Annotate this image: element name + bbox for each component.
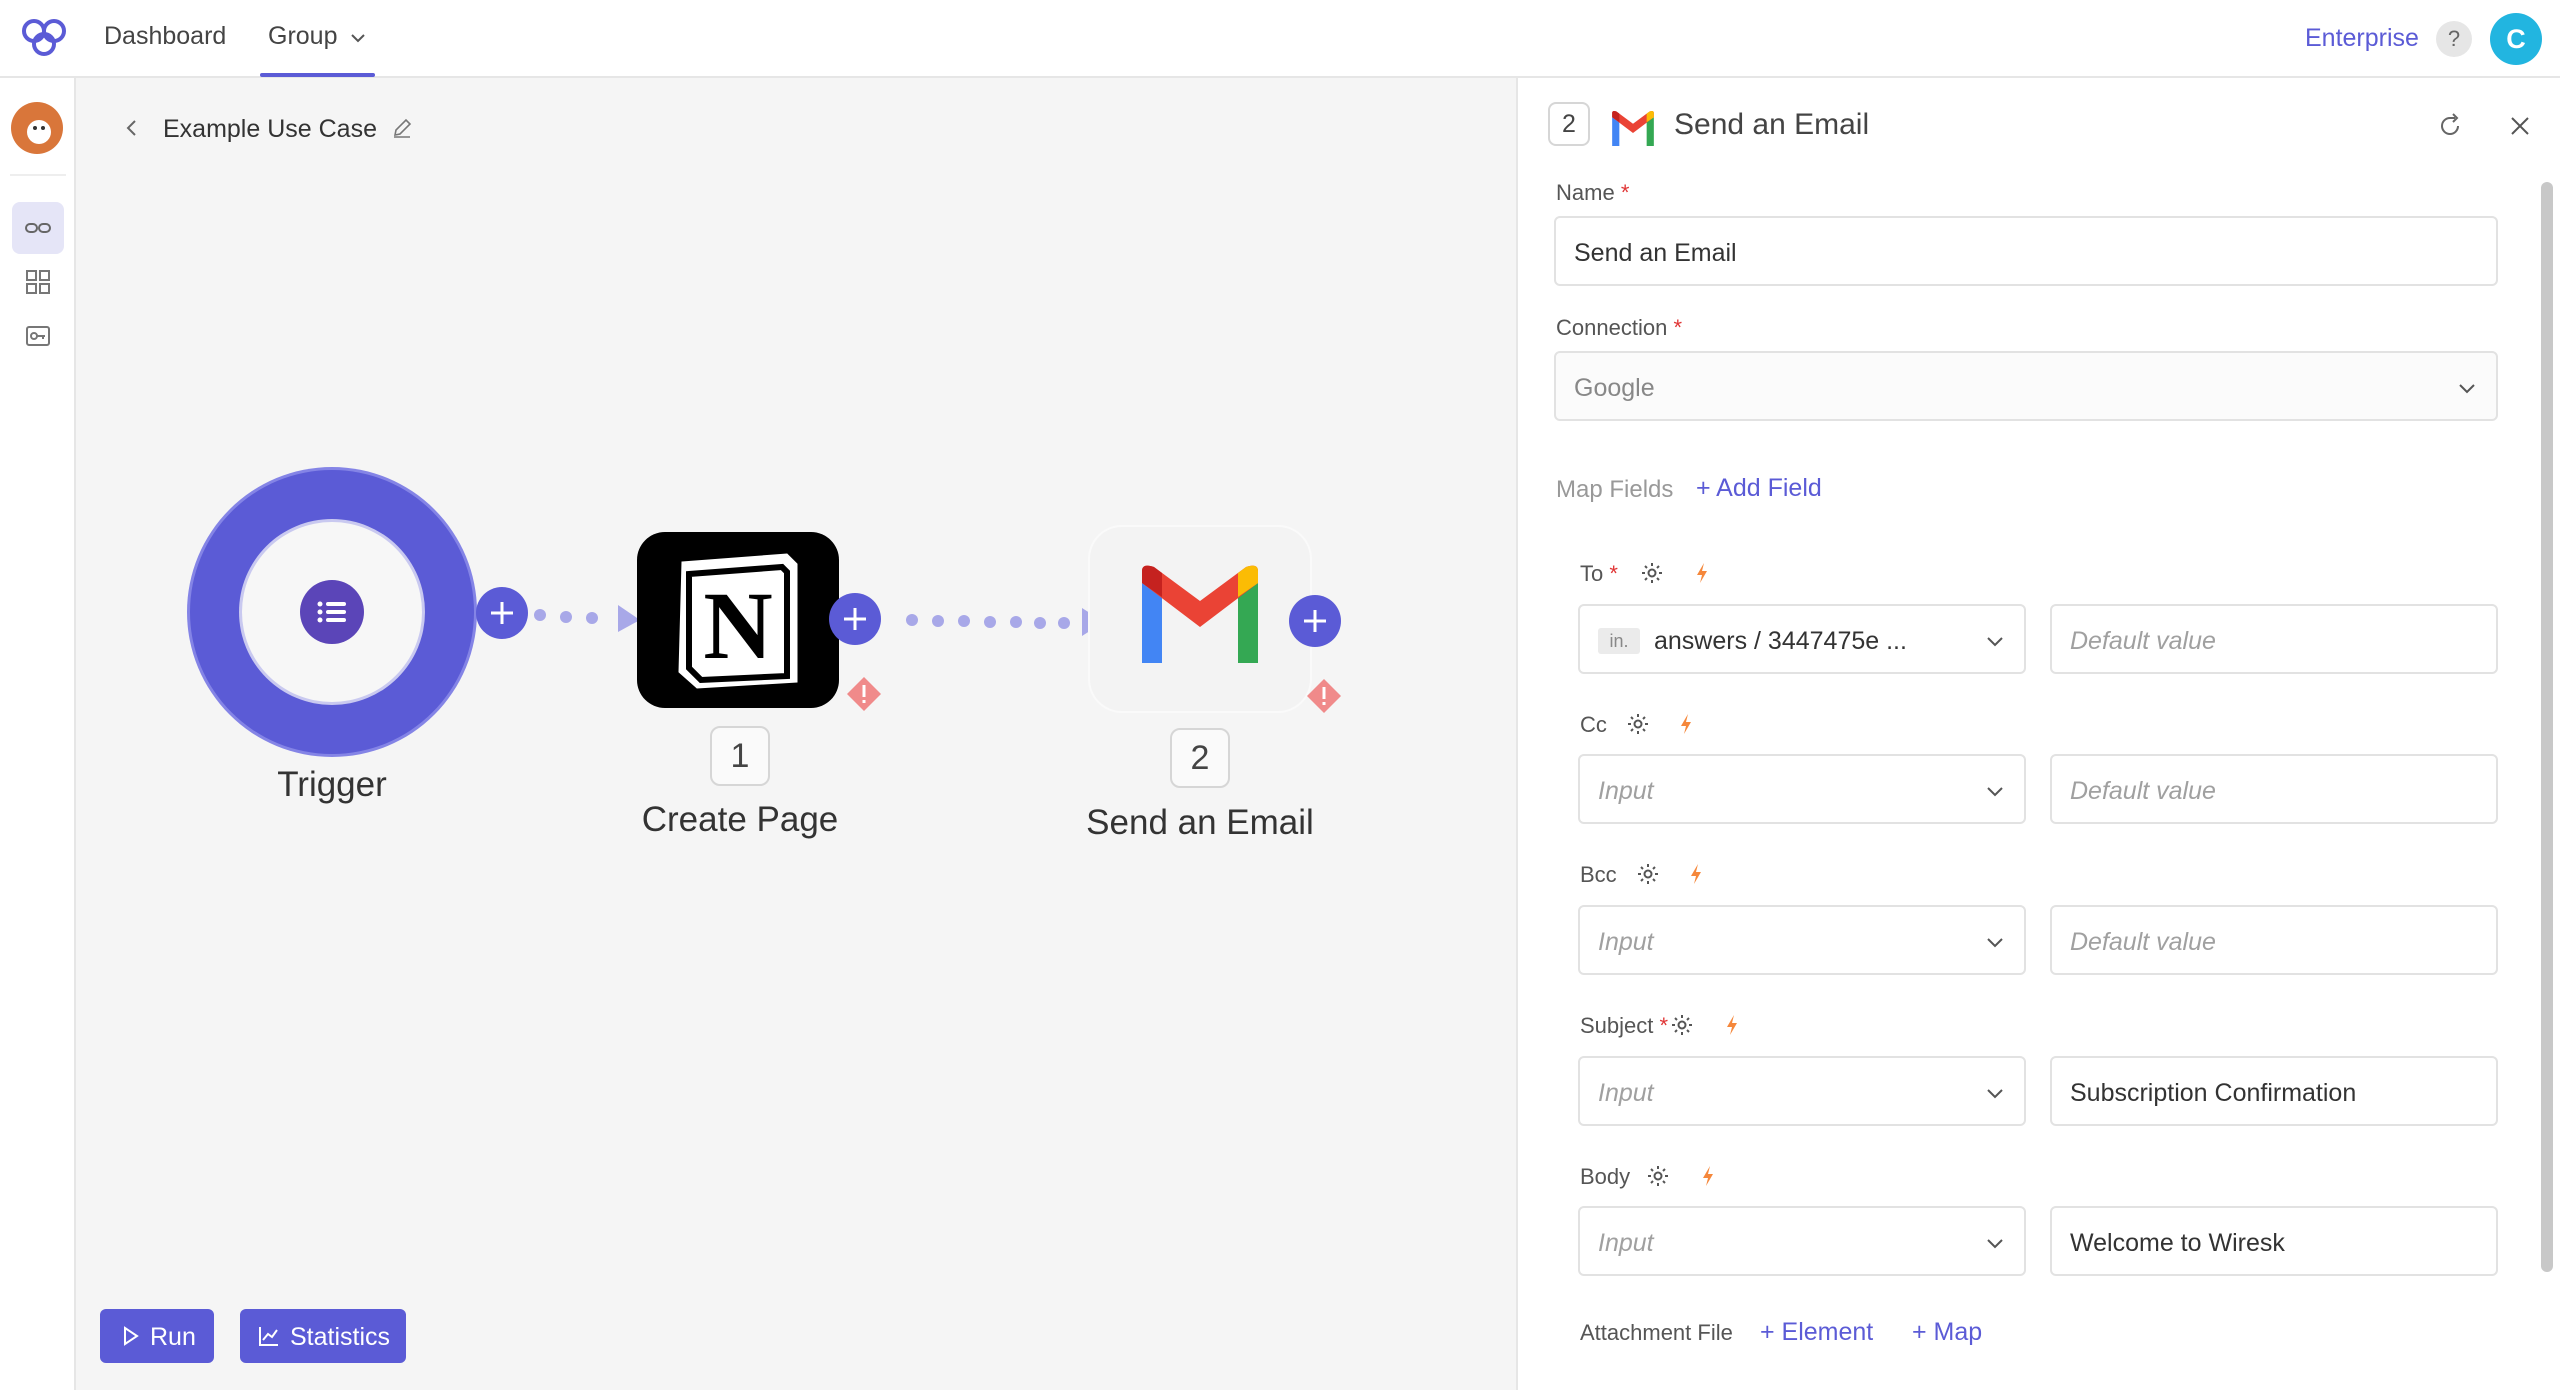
subject-label: Subject * xyxy=(1580,1013,1669,1038)
trigger-label: Trigger xyxy=(277,765,387,804)
help-button[interactable]: ? xyxy=(2436,21,2472,57)
body-input-select[interactable]: Input xyxy=(1578,1206,2026,1276)
add-map-button[interactable]: + Map xyxy=(1912,1318,1982,1347)
body-label: Body xyxy=(1580,1164,1631,1189)
workflow-canvas: Trigger N 1 Create Page 2 Send an Email xyxy=(0,0,1516,1390)
bolt-icon[interactable] xyxy=(1688,863,1704,885)
notion-icon: N xyxy=(678,553,798,689)
chevron-down-icon xyxy=(1987,787,2003,797)
gear-icon[interactable] xyxy=(1636,862,1660,886)
subject-input-select[interactable]: Input xyxy=(1578,1056,2026,1126)
gmail-icon xyxy=(1612,110,1654,146)
bolt-icon[interactable] xyxy=(1700,1165,1716,1187)
chevron-down-icon xyxy=(1987,938,2003,948)
bolt-icon[interactable] xyxy=(1678,713,1694,735)
chevron-down-icon xyxy=(2459,384,2475,394)
close-icon[interactable] xyxy=(2506,112,2534,140)
chevron-down-icon xyxy=(1987,637,2003,647)
connector-dot xyxy=(984,616,996,628)
connector-dot xyxy=(586,612,598,624)
connector-dot xyxy=(1034,617,1046,629)
plus-icon xyxy=(1304,610,1326,632)
plus-icon xyxy=(844,608,866,630)
panel-title: Send an Email xyxy=(1674,108,1870,141)
warning-icon[interactable] xyxy=(1306,678,1342,714)
trigger-node-inner xyxy=(242,522,422,702)
chevron-down-icon xyxy=(1987,1089,2003,1099)
run-button[interactable]: Run xyxy=(100,1309,214,1363)
run-label: Run xyxy=(150,1323,196,1351)
connector-dot xyxy=(932,615,944,627)
play-icon xyxy=(124,1326,139,1346)
warning-icon[interactable] xyxy=(846,676,882,712)
bcc-label: Bcc xyxy=(1580,862,1617,887)
connector-dot xyxy=(560,611,572,623)
gear-icon[interactable] xyxy=(1646,1164,1670,1188)
gear-icon[interactable] xyxy=(1640,561,1664,585)
statistics-label: Statistics xyxy=(290,1323,391,1351)
cc-label: Cc xyxy=(1580,712,1607,737)
step-label: Create Page xyxy=(641,800,839,839)
name-input[interactable]: Send an Email xyxy=(1554,216,2498,286)
trigger-node[interactable] xyxy=(190,470,474,754)
add-step-button[interactable] xyxy=(476,587,528,639)
input-chip: in. xyxy=(1598,628,1640,654)
panel-step-number: 2 xyxy=(1548,102,1590,146)
connection-label: Connection * xyxy=(1556,315,1682,340)
body-default-input[interactable]: Welcome to Wiresk xyxy=(2050,1206,2498,1276)
bolt-icon[interactable] xyxy=(1694,562,1710,584)
connector-dot xyxy=(1058,617,1070,629)
connector-dot xyxy=(1010,616,1022,628)
map-fields-label: Map Fields xyxy=(1556,476,1674,503)
connector-dot xyxy=(534,609,546,621)
gear-icon[interactable] xyxy=(1670,1013,1694,1037)
bcc-default-input[interactable]: Default value xyxy=(2050,905,2498,975)
bcc-input-select[interactable]: Input xyxy=(1578,905,2026,975)
step-settings-panel: 2 Send an Email Name * Send an Email Con… xyxy=(1516,78,2560,1390)
statistics-button[interactable]: Statistics xyxy=(240,1309,406,1363)
name-label: Name * xyxy=(1556,180,1630,205)
add-step-button[interactable] xyxy=(829,593,881,645)
add-field-button[interactable]: + Add Field xyxy=(1696,474,1822,503)
add-element-button[interactable]: + Element xyxy=(1760,1318,1873,1347)
cc-input-select[interactable]: Input xyxy=(1578,754,2026,824)
gear-icon[interactable] xyxy=(1626,712,1650,736)
user-avatar[interactable]: C xyxy=(2490,13,2542,65)
gmail-node[interactable] xyxy=(1090,527,1310,711)
gmail-icon xyxy=(1142,565,1258,663)
to-input-select[interactable]: in. answers / 3447475e ... xyxy=(1578,604,2026,674)
notion-node[interactable]: N xyxy=(637,532,839,708)
to-default-input[interactable]: Default value xyxy=(2050,604,2498,674)
refresh-icon[interactable] xyxy=(2436,112,2464,140)
chart-icon xyxy=(259,1327,278,1346)
connector-dot xyxy=(958,615,970,627)
cc-default-input[interactable]: Default value xyxy=(2050,754,2498,824)
step-label: Send an Email xyxy=(1086,803,1314,842)
step-number: 2 xyxy=(1170,728,1230,788)
plus-icon xyxy=(491,602,513,624)
svg-text:N: N xyxy=(703,572,772,679)
enterprise-link[interactable]: Enterprise xyxy=(2305,24,2419,53)
trigger-list-icon xyxy=(300,580,364,644)
subject-default-input[interactable]: Subscription Confirmation xyxy=(2050,1056,2498,1126)
attachment-label: Attachment File xyxy=(1580,1320,1733,1345)
step-number: 1 xyxy=(710,726,770,786)
connection-select[interactable]: Google xyxy=(1554,351,2498,421)
connector-dot xyxy=(906,614,918,626)
add-step-button[interactable] xyxy=(1289,595,1341,647)
to-label: To * xyxy=(1580,561,1618,586)
bolt-icon[interactable] xyxy=(1724,1014,1740,1036)
chevron-down-icon xyxy=(1987,1239,2003,1249)
panel-scrollbar[interactable] xyxy=(2541,182,2553,1272)
